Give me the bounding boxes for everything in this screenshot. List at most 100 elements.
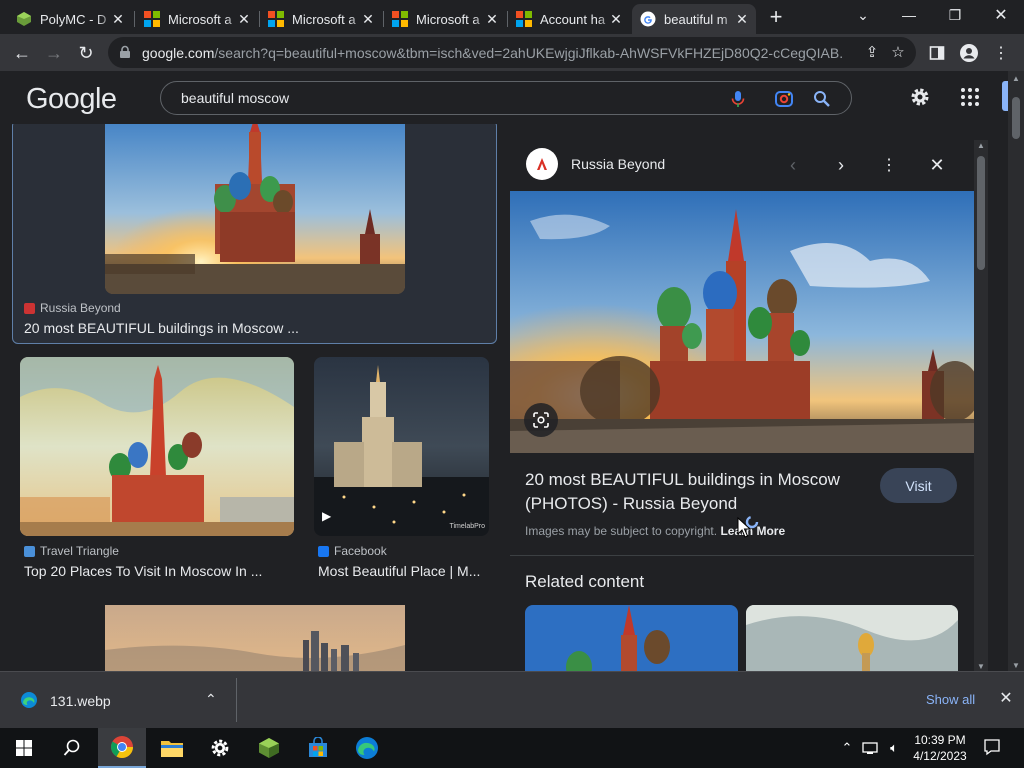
close-tab-icon[interactable]: ✕ xyxy=(484,11,500,27)
result-source[interactable]: Facebook xyxy=(318,544,387,558)
close-tab-icon[interactable]: ✕ xyxy=(110,11,126,27)
microsoft-icon xyxy=(516,11,532,27)
tab-google-active[interactable]: beautiful m ✕ xyxy=(632,4,756,34)
microsoft-icon xyxy=(268,11,284,27)
clock-date: 4/12/2023 xyxy=(913,749,967,763)
search-icon[interactable] xyxy=(48,728,96,768)
tab-title: Microsoft a xyxy=(168,11,232,27)
settings-gear-icon[interactable] xyxy=(908,85,932,109)
show-all-button[interactable]: Show all xyxy=(926,692,975,707)
preview-image[interactable] xyxy=(510,191,974,453)
result-source[interactable]: Travel Triangle xyxy=(24,544,119,558)
russia-beyond-logo-icon[interactable] xyxy=(526,148,558,180)
more-options-icon[interactable]: ⋮ xyxy=(878,154,900,176)
related-image-2[interactable] xyxy=(746,605,958,671)
side-panel-icon[interactable] xyxy=(926,42,948,64)
minimize-icon[interactable]: — xyxy=(886,0,932,30)
google-icon xyxy=(640,11,656,27)
close-tab-icon[interactable]: ✕ xyxy=(608,11,624,27)
back-icon[interactable]: ← xyxy=(8,39,36,67)
microsoft-icon xyxy=(392,11,408,27)
result-image-painting[interactable] xyxy=(20,357,294,536)
microphone-icon[interactable] xyxy=(727,88,749,110)
image-watermark: TimelabPro xyxy=(449,523,485,530)
search-box[interactable]: beautiful moscow xyxy=(160,81,852,115)
page-scroll-down-icon[interactable]: ▼ xyxy=(1012,661,1020,670)
preview-source-name[interactable]: Russia Beyond xyxy=(571,156,665,172)
new-tab-icon[interactable]: + xyxy=(764,6,788,30)
settings-gear-icon[interactable] xyxy=(196,728,244,768)
bookmark-star-icon[interactable]: ☆ xyxy=(888,43,908,63)
url-host: google.com xyxy=(142,45,215,61)
close-tab-icon[interactable]: ✕ xyxy=(236,11,252,27)
search-icon[interactable] xyxy=(811,88,833,110)
page-scrollbar-thumb[interactable] xyxy=(1012,97,1020,139)
close-tab-icon[interactable]: ✕ xyxy=(360,11,376,27)
page-scroll-up-icon[interactable]: ▲ xyxy=(1012,74,1020,83)
facebook-favicon xyxy=(318,545,329,557)
panel-scrollbar[interactable]: ▲ ▼ xyxy=(974,140,988,671)
chevron-up-icon[interactable]: ⌃ xyxy=(205,691,217,708)
windows-taskbar: ⌃ 🔈︎ 10:39 PM 4/12/2023 xyxy=(0,728,1024,768)
close-window-icon[interactable]: ✕ xyxy=(978,0,1024,30)
next-image-icon[interactable]: › xyxy=(830,154,852,176)
result-image-moscow-city[interactable] xyxy=(105,605,405,671)
panel-scrollbar-thumb[interactable] xyxy=(977,156,985,270)
microsoft-store-icon[interactable] xyxy=(294,728,342,768)
polymc-icon[interactable] xyxy=(245,728,293,768)
tab-strip: PolyMC - D ✕ Microsoft a ✕ Microsoft a ✕… xyxy=(0,0,1024,34)
microsoft-icon xyxy=(144,11,160,27)
tab-polymc[interactable]: PolyMC - D ✕ xyxy=(8,4,132,34)
result-source[interactable]: Russia Beyond xyxy=(24,301,121,315)
result-image-msu-night[interactable]: ▶ TimelabPro xyxy=(314,357,489,536)
travel-triangle-favicon xyxy=(24,545,35,557)
close-preview-icon[interactable]: ✕ xyxy=(926,154,948,176)
url-text: google.com/search?q=beautiful+moscow&tbm… xyxy=(142,45,842,61)
tab-search-icon[interactable]: ⌄ xyxy=(840,0,886,30)
result-title[interactable]: Top 20 Places To Visit In Moscow In ... xyxy=(24,563,294,579)
profile-avatar-icon[interactable] xyxy=(958,42,980,64)
browser-menu-icon[interactable]: ⋮ xyxy=(990,42,1012,64)
address-bar[interactable]: google.com/search?q=beautiful+moscow&tbm… xyxy=(108,37,916,68)
result-source-label: Travel Triangle xyxy=(40,544,119,558)
download-filename[interactable]: 131.webp xyxy=(50,693,111,709)
scroll-up-icon[interactable]: ▲ xyxy=(977,142,985,150)
apps-grid-icon[interactable] xyxy=(958,85,982,109)
google-lens-icon[interactable] xyxy=(524,403,558,437)
close-shelf-icon[interactable]: ✕ xyxy=(997,690,1015,708)
page-scrollbar[interactable]: ▲ ▼ xyxy=(1002,71,1024,671)
previous-image-icon[interactable]: ‹ xyxy=(782,154,804,176)
result-image-st-basils[interactable] xyxy=(105,124,405,294)
result-source-label: Russia Beyond xyxy=(40,301,121,315)
tab-microsoft-3[interactable]: Microsoft a ✕ xyxy=(384,4,506,34)
tab-microsoft-1[interactable]: Microsoft a ✕ xyxy=(136,4,258,34)
close-tab-icon[interactable]: ✕ xyxy=(734,11,750,27)
search-query[interactable]: beautiful moscow xyxy=(181,90,289,106)
result-title[interactable]: Most Beautiful Place | M... xyxy=(318,563,488,579)
restore-icon[interactable]: ❐ xyxy=(932,0,978,30)
google-logo[interactable]: Google xyxy=(26,83,117,116)
system-clock[interactable]: 10:39 PM 4/12/2023 xyxy=(912,732,968,764)
file-explorer-icon[interactable] xyxy=(148,728,196,768)
scroll-down-icon[interactable]: ▼ xyxy=(977,663,985,671)
tab-account[interactable]: Account ha ✕ xyxy=(508,4,630,34)
preview-title[interactable]: 20 most BEAUTIFUL buildings in Moscow (P… xyxy=(525,468,865,516)
loading-cursor-icon xyxy=(737,515,759,538)
chrome-taskbar-icon[interactable] xyxy=(98,728,146,768)
tab-microsoft-2[interactable]: Microsoft a ✕ xyxy=(260,4,382,34)
windows-start-icon[interactable] xyxy=(0,728,48,768)
reload-icon[interactable]: ↻ xyxy=(72,39,100,67)
visit-button[interactable]: Visit xyxy=(880,468,957,503)
forward-icon[interactable]: → xyxy=(40,39,68,67)
notifications-icon[interactable] xyxy=(982,737,1002,757)
edge-icon[interactable] xyxy=(343,728,391,768)
result-title[interactable]: 20 most BEAUTIFUL buildings in Moscow ..… xyxy=(24,320,484,336)
tray-chevron-icon[interactable]: ⌃ xyxy=(837,738,857,758)
lens-camera-icon[interactable] xyxy=(773,88,795,110)
lock-icon xyxy=(120,45,130,58)
share-icon[interactable]: ⇪ xyxy=(862,43,882,63)
tab-separator xyxy=(134,11,135,27)
related-image-1[interactable] xyxy=(525,605,738,671)
network-icon[interactable] xyxy=(860,738,880,758)
volume-icon[interactable]: 🔈︎ xyxy=(884,738,904,758)
